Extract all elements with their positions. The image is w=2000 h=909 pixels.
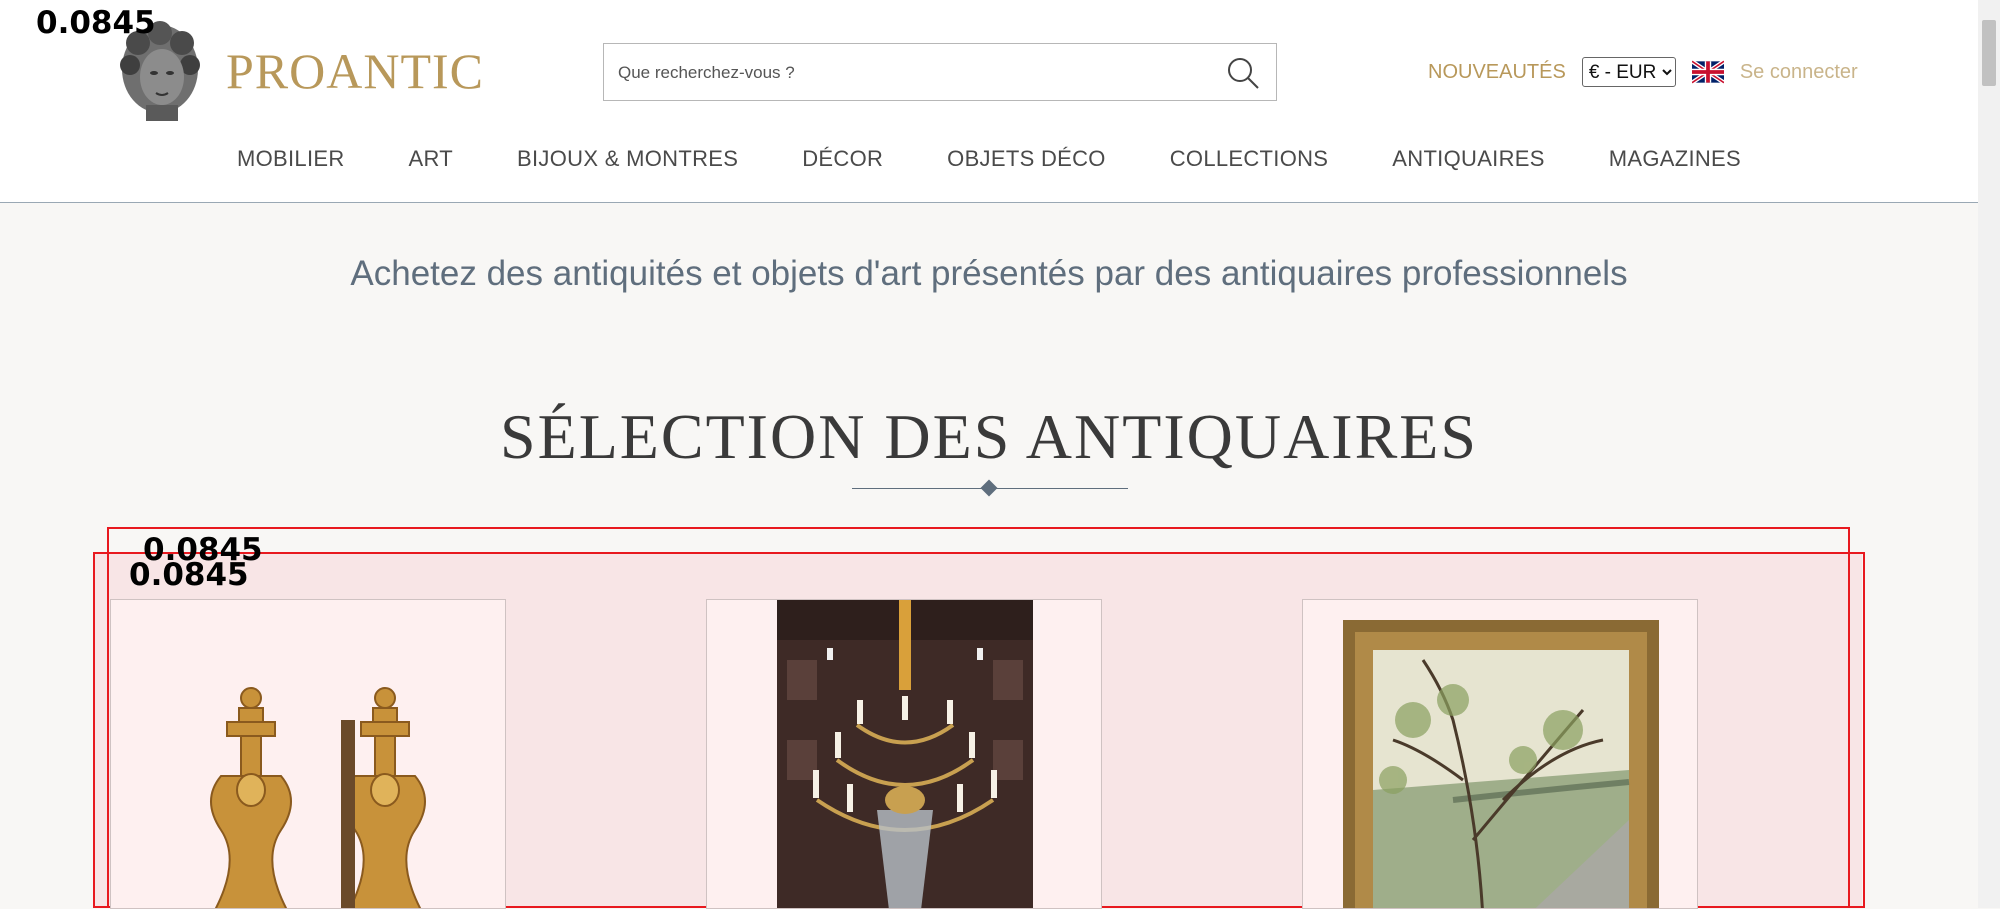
andirons-image <box>111 600 505 908</box>
nav-item-magazines[interactable]: MAGAZINES <box>1609 146 1741 180</box>
login-link[interactable]: Se connecter <box>1740 61 1858 84</box>
nav-item-objets-deco[interactable]: OBJETS DÉCO <box>947 146 1106 180</box>
search-icon[interactable] <box>1226 56 1260 90</box>
logo[interactable]: PROANTIC <box>110 16 484 126</box>
uk-flag-icon[interactable] <box>1691 60 1724 84</box>
main-nav: MOBILIER ART BIJOUX & MONTRES DÉCOR OBJE… <box>0 146 1978 180</box>
scrollbar-thumb[interactable] <box>1982 20 1996 86</box>
nav-item-bijoux-montres[interactable]: BIJOUX & MONTRES <box>517 146 738 180</box>
nav-item-art[interactable]: ART <box>409 146 454 180</box>
diamond-icon <box>980 479 998 497</box>
currency-select[interactable]: € - EUR <box>1581 57 1676 87</box>
site-header: PROANTIC NOUVEAUTÉS € - EUR Se connecter… <box>0 0 1978 203</box>
search-input[interactable] <box>616 44 1200 102</box>
score-label: 0.0845 <box>129 557 249 593</box>
nav-item-antiquaires[interactable]: ANTIQUAIRES <box>1392 146 1544 180</box>
search-bar <box>603 43 1277 102</box>
nav-item-decor[interactable]: DÉCOR <box>802 146 883 180</box>
header-actions: NOUVEAUTÉS € - EUR Se connecter <box>1428 56 1858 88</box>
product-card[interactable] <box>1302 599 1698 909</box>
tagline: Achetez des antiquités et objets d'art p… <box>350 254 1628 293</box>
nav-item-mobilier[interactable]: MOBILIER <box>237 146 345 180</box>
product-card[interactable] <box>706 599 1102 909</box>
framed-painting-image <box>1303 600 1697 908</box>
nouveautes-link[interactable]: NOUVEAUTÉS <box>1428 61 1566 84</box>
chandelier-image <box>707 600 1101 908</box>
score-label: 0.0845 <box>36 5 156 41</box>
page-scrollbar[interactable] <box>1978 0 2000 908</box>
brand-name: PROANTIC <box>226 43 485 99</box>
nav-item-collections[interactable]: COLLECTIONS <box>1170 146 1329 180</box>
product-card[interactable] <box>110 599 506 909</box>
section-title: SÉLECTION DES ANTIQUAIRES <box>500 401 1478 472</box>
